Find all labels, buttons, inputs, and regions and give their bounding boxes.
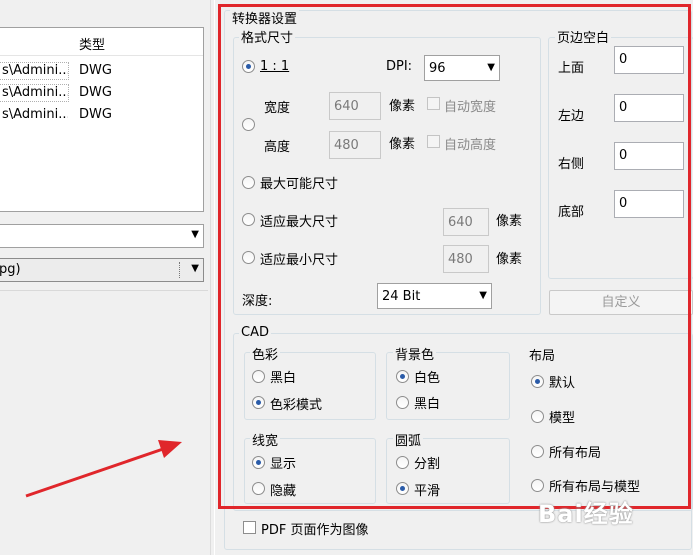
panel-divider-highlight (214, 0, 215, 555)
left-combo-2-value: pg) (0, 262, 21, 277)
combo-focus-divider (179, 262, 180, 278)
left-combo-1[interactable]: ▼ (0, 224, 204, 248)
dropdown-arrow-icon: ▼ (191, 263, 199, 274)
list-item-path: s\Admini... (2, 107, 69, 122)
list-item-type: DWG (79, 63, 112, 78)
highlight-frame (218, 4, 691, 509)
list-item-type: DWG (79, 107, 112, 122)
red-annotation-arrow-icon (25, 440, 182, 498)
pdf-as-image-label: PDF 页面作为图像 (261, 523, 369, 538)
pdf-as-image-checkbox[interactable] (243, 521, 256, 534)
list-item[interactable]: s\Admini... DWG (0, 60, 203, 82)
dropdown-arrow-icon: ▼ (191, 229, 199, 240)
list-item[interactable]: s\Admini... DWG (0, 104, 203, 126)
list-item-path: s\Admini... (0, 62, 69, 80)
list-item-type: DWG (79, 85, 112, 100)
list-item[interactable]: s\Admini... DWG (0, 82, 203, 104)
left-combo-2[interactable]: pg) ▼ (0, 258, 204, 282)
column-header-type[interactable]: 类型 (79, 34, 105, 53)
left-divider (0, 290, 208, 291)
file-list-header: 类型 (0, 28, 203, 56)
file-list[interactable]: 类型 s\Admini... DWG s\Admini... DWG s\Adm… (0, 27, 204, 212)
watermark-logo: Bai经验 (538, 500, 634, 528)
list-item-path: s\Admini... (0, 84, 69, 102)
panel-divider (210, 0, 211, 555)
